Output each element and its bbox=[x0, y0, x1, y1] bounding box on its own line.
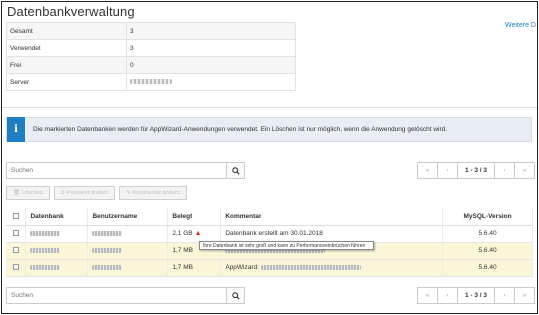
row-select-cell bbox=[6, 242, 27, 260]
summary-label: Frei bbox=[6, 56, 127, 74]
mysql-version-cell: 5.6.40 bbox=[442, 242, 533, 260]
summary-label: Server bbox=[6, 73, 127, 91]
username-cell bbox=[87, 242, 169, 260]
summary-value: 3 bbox=[126, 22, 296, 40]
more-link[interactable]: Weitere D bbox=[505, 22, 536, 29]
first-page-button[interactable]: « bbox=[417, 162, 438, 179]
warning-icon[interactable]: ▲ bbox=[195, 230, 202, 237]
col-comment[interactable]: Kommentar bbox=[220, 208, 444, 226]
used-value: 2,1 GB bbox=[172, 230, 193, 237]
table-row: 2,1 GB ▲ Datenbank erstellt am 30.01.2018… bbox=[6, 225, 533, 243]
edit-comment-label: Kommentar ändern bbox=[132, 190, 180, 196]
alert-text: Die markierten Datenbanken werden für Ap… bbox=[33, 126, 448, 133]
summary-value: 0 bbox=[126, 56, 296, 74]
redacted-username bbox=[92, 230, 123, 236]
search-button[interactable] bbox=[226, 287, 245, 304]
col-database[interactable]: Datenbank bbox=[25, 208, 89, 226]
summary-row-total: Gesamt 3 bbox=[6, 22, 296, 40]
summary-table: Gesamt 3 Verwendet 3 Frei 0 Server bbox=[6, 22, 296, 91]
row-select-cell bbox=[6, 225, 27, 243]
info-icon: i bbox=[7, 117, 25, 142]
summary-value-server bbox=[126, 73, 296, 91]
comment-cell: AppWizard: bbox=[220, 259, 444, 277]
redacted-server bbox=[130, 79, 172, 85]
row-checkbox[interactable] bbox=[12, 264, 19, 271]
db-name-cell[interactable] bbox=[25, 225, 89, 243]
summary-row-server: Server bbox=[6, 73, 296, 91]
search-input[interactable] bbox=[6, 162, 226, 179]
divider bbox=[2, 107, 537, 108]
search-icon bbox=[231, 166, 240, 175]
pagination-top: « ‹ 1 - 3 / 3 › » bbox=[417, 162, 535, 179]
last-page-button[interactable]: » bbox=[514, 287, 535, 304]
prev-page-button[interactable]: ‹ bbox=[437, 287, 458, 304]
edit-comment-button[interactable]: ✎ Kommentar ändern bbox=[119, 186, 187, 200]
action-bar: 🗑 Löschen ⚷ Passwort ändern ✎ Kommentar änd… bbox=[6, 186, 191, 200]
table-row: 1,7 MB AppWizard: 5.6.40 bbox=[6, 259, 533, 277]
row-checkbox[interactable] bbox=[12, 230, 19, 237]
redacted-comment bbox=[260, 264, 361, 270]
next-page-button[interactable]: › bbox=[494, 162, 515, 179]
prev-page-button[interactable]: ‹ bbox=[437, 162, 458, 179]
mysql-version-cell: 5.6.40 bbox=[442, 225, 533, 243]
mysql-version-cell: 5.6.40 bbox=[442, 259, 533, 277]
db-name-cell[interactable] bbox=[25, 259, 89, 277]
used-cell: 2,1 GB ▲ bbox=[167, 225, 222, 243]
row-checkbox[interactable] bbox=[12, 247, 19, 254]
comment-text: AppWizard: bbox=[225, 264, 259, 271]
size-warning-tooltip: Ihre Datenbank ist sehr groß und kann zu… bbox=[199, 241, 374, 250]
search-bar-top bbox=[6, 162, 245, 179]
col-mysql-version[interactable]: MySQL-Version bbox=[442, 208, 533, 226]
edit-icon: ✎ bbox=[126, 190, 131, 196]
summary-label: Gesamt bbox=[6, 22, 127, 40]
row-select-cell bbox=[6, 259, 27, 277]
last-page-button[interactable]: » bbox=[514, 162, 535, 179]
redacted-username bbox=[92, 247, 123, 253]
redacted-db-name bbox=[30, 247, 61, 253]
next-page-button[interactable]: › bbox=[494, 287, 515, 304]
table-header: Datenbank Benutzername Belegt Kommentar … bbox=[6, 208, 533, 226]
page-count: 1 - 3 / 3 bbox=[457, 162, 495, 179]
col-used[interactable]: Belegt bbox=[167, 208, 222, 226]
redacted-db-name bbox=[30, 230, 61, 236]
summary-value: 3 bbox=[126, 39, 296, 57]
reset-password-label: Passwort ändern bbox=[66, 190, 109, 196]
used-cell: 1,7 MB bbox=[167, 259, 222, 277]
col-username[interactable]: Benutzername bbox=[87, 208, 169, 226]
username-cell bbox=[87, 225, 169, 243]
select-all-checkbox[interactable] bbox=[12, 213, 19, 220]
trash-icon: 🗑 bbox=[13, 190, 20, 196]
search-input[interactable] bbox=[6, 287, 226, 304]
first-page-button[interactable]: « bbox=[417, 287, 438, 304]
db-name-cell[interactable] bbox=[25, 242, 89, 260]
page-title: Datenbankverwaltung bbox=[7, 4, 135, 19]
summary-label: Verwendet bbox=[6, 39, 127, 57]
search-icon bbox=[231, 291, 240, 300]
summary-row-free: Frei 0 bbox=[6, 56, 296, 74]
comment-cell: Datenbank erstellt am 30.01.2018 bbox=[220, 225, 444, 243]
pagination-bottom: « ‹ 1 - 3 / 3 › » bbox=[417, 287, 535, 304]
username-cell bbox=[87, 259, 169, 277]
info-alert: i Die markierten Datenbanken werden für … bbox=[6, 117, 532, 142]
search-bar-bottom bbox=[6, 287, 245, 304]
delete-button[interactable]: 🗑 Löschen bbox=[6, 186, 50, 200]
search-button[interactable] bbox=[226, 162, 245, 179]
delete-label: Löschen bbox=[21, 190, 43, 196]
redacted-db-name bbox=[30, 264, 61, 270]
redacted-username bbox=[92, 264, 123, 270]
reset-password-button[interactable]: ⚷ Passwort ändern bbox=[53, 186, 116, 200]
select-all-cell bbox=[6, 208, 27, 226]
key-icon: ⚷ bbox=[60, 190, 65, 196]
page-count: 1 - 3 / 3 bbox=[457, 287, 495, 304]
summary-row-used: Verwendet 3 bbox=[6, 39, 296, 57]
